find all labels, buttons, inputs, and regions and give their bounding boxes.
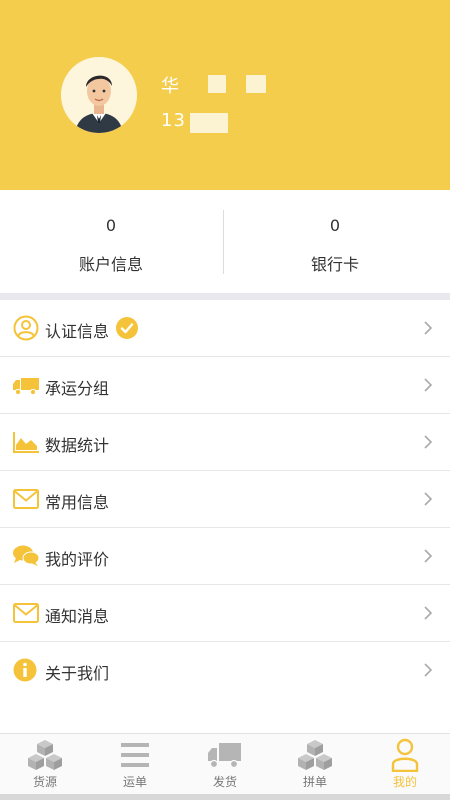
- envelope-icon: [13, 603, 39, 623]
- tab-mine[interactable]: 我的: [360, 734, 450, 795]
- menu-item-statistics[interactable]: 数据统计: [0, 414, 450, 471]
- stat-label: 账户信息: [78, 255, 143, 274]
- envelope-icon: [13, 489, 39, 509]
- tab-goods-source[interactable]: 货源: [0, 734, 90, 795]
- tab-label: 运单: [122, 775, 147, 789]
- privacy-mask: [190, 113, 228, 133]
- menu-label: 通知消息: [45, 607, 110, 626]
- menu-item-about-us[interactable]: 关于我们: [0, 642, 450, 699]
- menu-item-carrier-groups[interactable]: 承运分组: [0, 357, 450, 414]
- menu-item-notifications[interactable]: 通知消息: [0, 585, 450, 642]
- chevron-right-icon: [424, 378, 433, 392]
- chevron-right-icon: [424, 492, 433, 506]
- list-icon: [121, 743, 149, 767]
- boxes-icon: [298, 740, 332, 770]
- stat-value: 0: [105, 216, 117, 235]
- menu-item-verification[interactable]: 认证信息: [0, 300, 450, 357]
- chevron-right-icon: [424, 321, 433, 335]
- user-name: 华: [161, 76, 180, 97]
- chevron-right-icon: [424, 663, 433, 677]
- truck-icon: [208, 743, 241, 769]
- menu-label: 认证信息: [45, 322, 110, 341]
- account-stats: 0 账户信息 0 银行卡: [0, 190, 450, 293]
- bottom-strip: [0, 794, 450, 800]
- chat-bubbles-icon: [13, 545, 40, 566]
- section-separator: [0, 293, 450, 300]
- tab-label: 货源: [32, 775, 57, 789]
- settings-menu: 认证信息 承运分组 数据统计 常用信息 我的评价 通知消息 关于我们: [0, 300, 450, 699]
- stat-bank-card[interactable]: 0 银行卡: [224, 190, 446, 293]
- tab-label: 我的: [392, 775, 417, 789]
- menu-item-common-info[interactable]: 常用信息: [0, 471, 450, 528]
- chevron-right-icon: [424, 606, 433, 620]
- menu-label: 数据统计: [45, 436, 110, 455]
- stat-account-info[interactable]: 0 账户信息: [0, 190, 222, 293]
- tab-label: 发货: [212, 775, 237, 789]
- user-phone: 13: [161, 110, 186, 131]
- menu-label: 我的评价: [45, 550, 110, 569]
- menu-label: 承运分组: [45, 379, 110, 398]
- privacy-mask: [208, 75, 226, 93]
- chevron-right-icon: [424, 549, 433, 563]
- boxes-icon: [28, 740, 62, 770]
- tab-ship[interactable]: 发货: [180, 734, 270, 795]
- privacy-mask: [246, 75, 266, 93]
- truck-icon: [13, 378, 39, 396]
- avatar[interactable]: [61, 57, 137, 133]
- chevron-right-icon: [424, 435, 433, 449]
- menu-label: 关于我们: [45, 664, 110, 683]
- verified-check-icon: [116, 317, 138, 339]
- menu-item-my-reviews[interactable]: 我的评价: [0, 528, 450, 585]
- profile-header: 华 13: [0, 0, 450, 190]
- stat-label: 银行卡: [310, 255, 359, 274]
- stat-value: 0: [329, 216, 341, 235]
- menu-label: 常用信息: [45, 493, 110, 512]
- tab-label: 拼单: [302, 775, 327, 789]
- person-icon: [391, 738, 419, 772]
- user-circle-icon: [13, 315, 39, 341]
- area-chart-icon: [13, 432, 39, 453]
- tab-group-order[interactable]: 拼单: [270, 734, 360, 795]
- bottom-tab-bar: 货源 运单 发货 拼单 我的: [0, 733, 450, 794]
- info-icon: [13, 658, 37, 682]
- tab-waybill[interactable]: 运单: [90, 734, 180, 795]
